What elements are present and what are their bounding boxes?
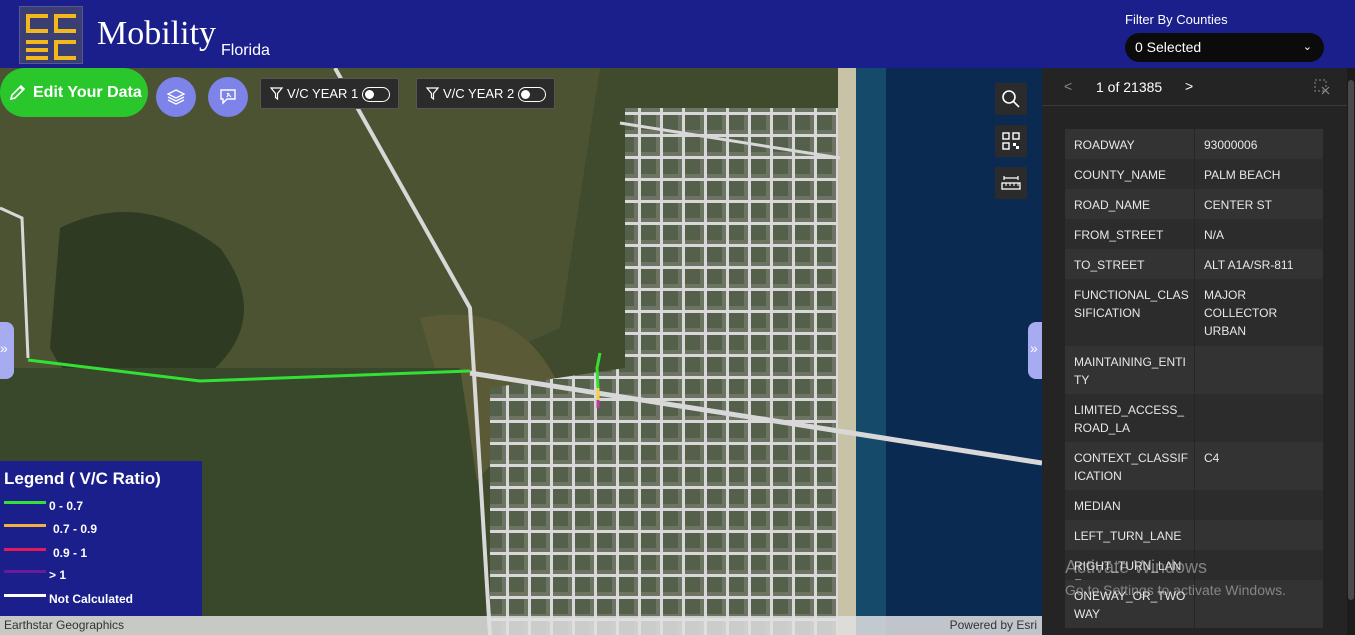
attribute-key: FROM_STREET <box>1074 228 1164 242</box>
edit-your-data-label: Edit Your Data <box>33 84 142 101</box>
layers-button[interactable] <box>156 77 196 117</box>
vc-year1-filter[interactable]: V/C YEAR 1 <box>260 78 399 109</box>
attribution-powered-by[interactable]: Powered by Esri <box>950 616 1037 635</box>
legend-swatch <box>4 524 46 527</box>
pager-next-button[interactable]: > <box>1185 78 1193 94</box>
attribute-value: CENTER ST <box>1204 198 1273 212</box>
feature-pager: < 1 of 21385 > <box>1042 68 1355 106</box>
legend: Legend ( V/C Ratio) 0 - 0.7 0.7 - 0.9 0.… <box>0 461 202 616</box>
table-row: RIGHT_TURN_LANE <box>1065 550 1323 591</box>
measure-icon <box>1001 176 1021 190</box>
qr-code-icon <box>1002 132 1020 150</box>
legend-title: Legend ( V/C Ratio) <box>4 469 161 488</box>
pencil-icon <box>9 84 26 101</box>
panel-scrollbar[interactable] <box>1347 68 1355 635</box>
attribute-key: TO_STREET <box>1074 258 1145 272</box>
pager-count: 1 of 21385 <box>1096 79 1163 95</box>
scrollbar-thumb[interactable] <box>1348 80 1354 600</box>
feature-info-panel: < 1 of 21385 > ROADWAY 93000006 COUNTY_NA… <box>1042 68 1355 635</box>
measure-button[interactable] <box>995 167 1027 199</box>
double-chevron-right-icon: » <box>0 340 8 356</box>
table-row: CONTEXT_CLASSIFICATION C4 <box>1065 442 1323 490</box>
attribute-key: CONTEXT_CLASSIFICATION <box>1074 451 1189 483</box>
ddec-logo[interactable] <box>19 6 83 64</box>
feedback-button[interactable] <box>208 77 248 117</box>
legend-swatch <box>4 594 46 597</box>
map-attribution: Earthstar Geographics Powered by Esri <box>0 616 1042 635</box>
vc-year2-toggle[interactable] <box>518 87 546 102</box>
legend-item: 0 - 0.7 <box>0 499 202 519</box>
legend-swatch <box>4 501 46 504</box>
vc-year2-filter[interactable]: V/C YEAR 2 <box>416 78 555 109</box>
attribute-value: C4 <box>1204 451 1220 465</box>
legend-label: Not Calculated <box>49 592 134 606</box>
table-row: LEFT_TURN_LANE <box>1065 520 1323 550</box>
feedback-icon <box>220 89 236 105</box>
filter-icon <box>270 87 283 100</box>
table-row: FUNCTIONAL_CLASSIFICATION MAJOR COLLECTOR… <box>1065 279 1323 346</box>
filter-icon <box>426 87 439 100</box>
attribute-key: ROADWAY <box>1074 138 1135 152</box>
search-button[interactable] <box>995 83 1027 115</box>
table-row: MAINTAINING_ENTITY <box>1065 346 1323 394</box>
vc-year1-toggle[interactable] <box>362 87 390 102</box>
table-row: ONEWAY_OR_TWOWAY <box>1065 580 1323 628</box>
edit-your-data-button[interactable]: Edit Your Data <box>0 68 148 117</box>
left-panel-expand[interactable]: » <box>0 322 14 379</box>
pager-prev-button[interactable]: < <box>1064 78 1072 94</box>
chevron-down-icon: ⌄ <box>1302 41 1312 53</box>
search-icon <box>1002 90 1020 108</box>
attribute-key: FUNCTIONAL_CLASSIFICATION <box>1074 288 1189 320</box>
legend-label: 0.9 - 1 <box>53 546 88 560</box>
attribute-value: ALT A1A/SR-811 <box>1204 258 1294 272</box>
attribute-value: MAJOR COLLECTOR URBAN <box>1204 288 1278 338</box>
attribute-key: LEFT_TURN_LANE <box>1074 529 1182 543</box>
attribute-key: LIMITED_ACCESS_ROAD_LA <box>1074 403 1185 435</box>
county-select-value: 0 Selected <box>1135 39 1202 55</box>
table-row: ROAD_NAME CENTER ST <box>1065 189 1323 219</box>
county-filter-label: Filter By Counties <box>1125 12 1228 27</box>
app-subtitle: Florida <box>221 42 270 59</box>
qr-code-button[interactable] <box>995 125 1027 157</box>
attribute-key: MAINTAINING_ENTITY <box>1074 355 1186 387</box>
select-close-icon[interactable] <box>1314 79 1330 98</box>
vc-year1-label: V/C YEAR 1 <box>287 86 359 101</box>
right-panel-collapse[interactable]: » <box>1028 322 1042 379</box>
legend-item: Not Calculated <box>0 592 202 612</box>
table-row: COUNTY_NAME PALM BEACH <box>1065 159 1323 189</box>
vc-year2-label: V/C YEAR 2 <box>443 86 515 101</box>
attribute-value: N/A <box>1204 228 1225 242</box>
attribute-value: PALM BEACH <box>1204 168 1281 182</box>
attribute-key: COUNTY_NAME <box>1074 168 1167 182</box>
table-row: LIMITED_ACCESS_ROAD_LA <box>1065 394 1323 442</box>
county-select[interactable]: 0 Selected ⌄ <box>1125 33 1324 62</box>
app-title: Mobility <box>97 15 217 52</box>
legend-label: 0.7 - 0.9 <box>53 522 98 536</box>
legend-item: 0.9 - 1 <box>0 546 202 566</box>
layers-icon <box>167 89 185 105</box>
attribute-value: 93000006 <box>1204 138 1258 152</box>
legend-item: > 1 <box>0 568 202 588</box>
double-chevron-right-icon: » <box>1030 340 1038 356</box>
table-row: MEDIAN <box>1065 490 1323 520</box>
legend-label: 0 - 0.7 <box>49 499 84 513</box>
table-row: TO_STREET ALT A1A/SR-811 <box>1065 249 1323 279</box>
table-row: FROM_STREET N/A <box>1065 219 1323 249</box>
attribute-key: ROAD_NAME <box>1074 198 1151 212</box>
attribute-key: ONEWAY_OR_TWOWAY <box>1074 589 1186 621</box>
table-row: ROADWAY 93000006 <box>1065 129 1323 159</box>
legend-label: > 1 <box>49 568 67 582</box>
legend-swatch <box>4 548 46 551</box>
legend-swatch <box>4 570 46 573</box>
app-root: Mobility Florida Filter By Counties 0 Se… <box>0 0 1355 635</box>
attribution-source: Earthstar Geographics <box>4 618 125 632</box>
app-header: Mobility Florida Filter By Counties 0 Se… <box>0 0 1355 68</box>
legend-item: 0.7 - 0.9 <box>0 522 202 542</box>
attribute-key: MEDIAN <box>1074 499 1121 513</box>
